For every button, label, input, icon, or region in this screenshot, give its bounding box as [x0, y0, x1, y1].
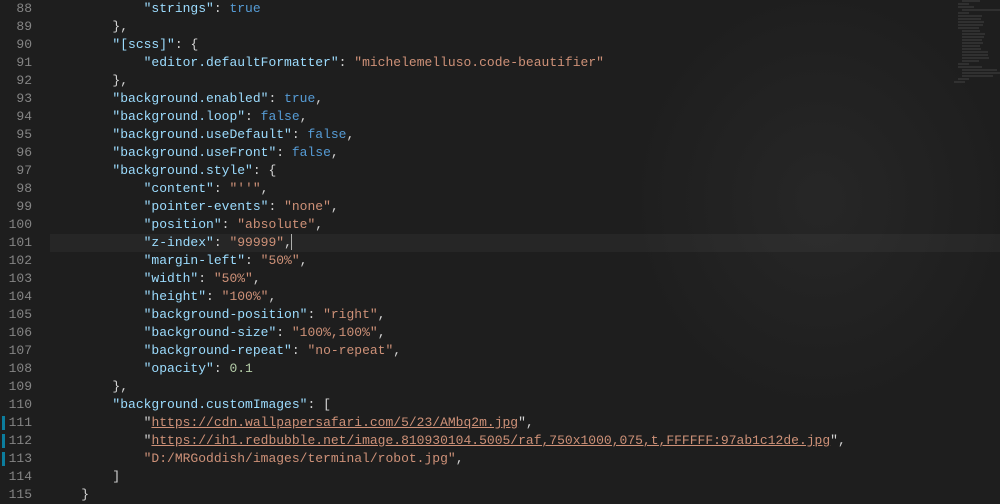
line-number: 104 [0, 288, 32, 306]
code-line[interactable]: "https://cdn.wallpapersafari.com/5/23/AM… [50, 414, 1000, 432]
line-number: 89 [0, 18, 32, 36]
code-line[interactable]: "background.enabled": true, [50, 90, 1000, 108]
text-cursor [291, 234, 292, 250]
code-line[interactable]: "z-index": "99999", [50, 234, 1000, 252]
line-number: 105 [0, 306, 32, 324]
code-line[interactable]: "pointer-events": "none", [50, 198, 1000, 216]
code-line[interactable]: "content": "''", [50, 180, 1000, 198]
line-number: 98 [0, 180, 32, 198]
code-line[interactable]: "editor.defaultFormatter": "michelemellu… [50, 54, 1000, 72]
code-line[interactable]: "background.style": { [50, 162, 1000, 180]
code-content[interactable]: "strings": true }, "[scss]": { "editor.d… [50, 0, 1000, 500]
line-number: 113 [0, 450, 32, 468]
code-line[interactable]: "[scss]": { [50, 36, 1000, 54]
line-number: 97 [0, 162, 32, 180]
line-number: 115 [0, 486, 32, 504]
code-line[interactable]: "background-position": "right", [50, 306, 1000, 324]
code-line[interactable]: }, [50, 18, 1000, 36]
code-line[interactable]: "width": "50%", [50, 270, 1000, 288]
url-link: https://cdn.wallpapersafari.com/5/23/AMb… [151, 415, 518, 430]
url-link: https://ih1.redbubble.net/image.81093010… [151, 433, 830, 448]
line-number: 102 [0, 252, 32, 270]
code-line[interactable]: "position": "absolute", [50, 216, 1000, 234]
code-line[interactable]: "strings": true [50, 0, 1000, 18]
code-line[interactable]: "background-size": "100%,100%", [50, 324, 1000, 342]
line-number: 112 [0, 432, 32, 450]
line-number: 88 [0, 0, 32, 18]
line-number: 100 [0, 216, 32, 234]
line-number: 99 [0, 198, 32, 216]
line-number: 94 [0, 108, 32, 126]
code-line[interactable]: "opacity": 0.1 [50, 360, 1000, 378]
line-number: 108 [0, 360, 32, 378]
code-line[interactable]: }, [50, 72, 1000, 90]
line-number: 111 [0, 414, 32, 432]
line-number: 106 [0, 324, 32, 342]
line-number: 103 [0, 270, 32, 288]
line-number: 92 [0, 72, 32, 90]
line-number: 109 [0, 378, 32, 396]
line-number: 96 [0, 144, 32, 162]
code-line[interactable]: "background.useFront": false, [50, 144, 1000, 162]
code-line[interactable]: "margin-left": "50%", [50, 252, 1000, 270]
code-line[interactable]: "background.useDefault": false, [50, 126, 1000, 144]
line-number: 114 [0, 468, 32, 486]
line-number: 110 [0, 396, 32, 414]
line-number: 93 [0, 90, 32, 108]
code-line[interactable]: "background.loop": false, [50, 108, 1000, 126]
line-number: 90 [0, 36, 32, 54]
code-line[interactable]: "height": "100%", [50, 288, 1000, 306]
code-line[interactable]: } [50, 486, 1000, 504]
line-number-gutter: 8889909192939495969798991001011021031041… [0, 0, 50, 500]
line-number: 95 [0, 126, 32, 144]
code-line[interactable]: }, [50, 378, 1000, 396]
code-line[interactable]: "background.customImages": [ [50, 396, 1000, 414]
line-number: 91 [0, 54, 32, 72]
line-number: 101 [0, 234, 32, 252]
code-line[interactable]: "background-repeat": "no-repeat", [50, 342, 1000, 360]
code-line[interactable]: "https://ih1.redbubble.net/image.8109301… [50, 432, 1000, 450]
code-line[interactable]: "D:/MRGoddish/images/terminal/robot.jpg"… [50, 450, 1000, 468]
line-number: 107 [0, 342, 32, 360]
code-editor[interactable]: 8889909192939495969798991001011021031041… [0, 0, 1000, 500]
code-line[interactable]: ] [50, 468, 1000, 486]
